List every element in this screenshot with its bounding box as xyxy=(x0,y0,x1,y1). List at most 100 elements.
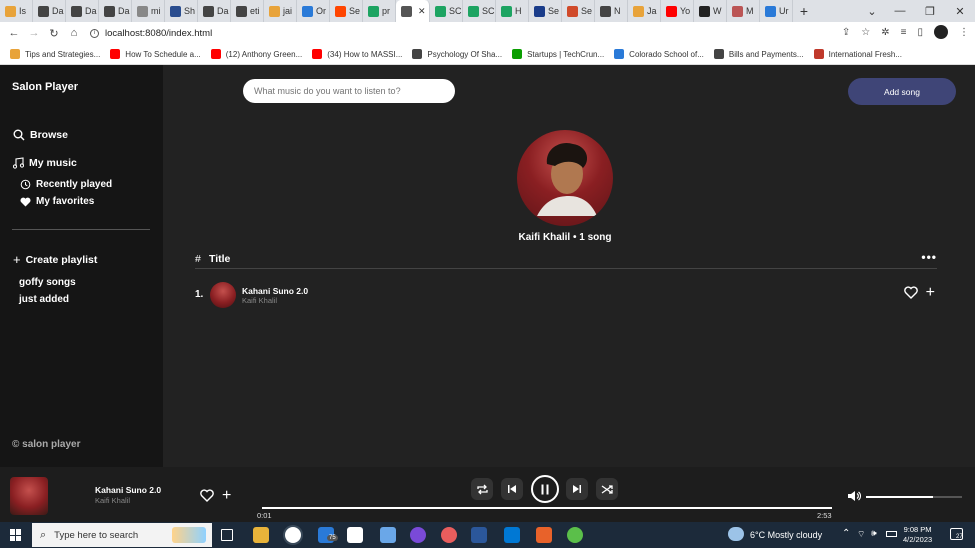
browser-tab[interactable]: M xyxy=(727,0,760,22)
playlist-item-goffy-songs[interactable]: goffy songs xyxy=(19,277,76,288)
taskbar-search[interactable]: ⌕ Type here to search xyxy=(32,523,212,547)
jetbrains-icon[interactable] xyxy=(536,527,552,543)
browser-tab[interactable]: Se xyxy=(529,0,562,22)
bookmark-item[interactable]: Startups | TechCrun... xyxy=(512,49,604,59)
browser-tab[interactable]: Ja xyxy=(628,0,661,22)
pen-app-icon[interactable] xyxy=(380,527,396,543)
nav-recently-played[interactable]: Recently played xyxy=(20,179,112,190)
tray-chevron-icon[interactable]: ⌃ xyxy=(842,528,850,539)
browser-tab[interactable]: ✕ xyxy=(396,0,430,22)
browser-tab[interactable]: jai xyxy=(264,0,297,22)
bookmark-item[interactable]: Psychology Of Sha... xyxy=(412,49,502,59)
browser-tab[interactable]: Da xyxy=(33,0,66,22)
favorite-heart-icon[interactable] xyxy=(200,489,214,502)
profile-avatar[interactable] xyxy=(934,25,948,39)
tab-favicon-icon xyxy=(699,5,710,17)
weather-text[interactable]: 6°C Mostly cloudy xyxy=(750,530,822,540)
browser-tab[interactable]: H xyxy=(496,0,529,22)
browser-tab[interactable]: Da xyxy=(198,0,231,22)
browser-tab[interactable]: W xyxy=(694,0,727,22)
bookmark-item[interactable]: Bills and Payments... xyxy=(713,49,804,59)
browser-tab[interactable]: Ur xyxy=(760,0,793,22)
file-explorer-icon[interactable] xyxy=(253,527,269,543)
close-window-icon[interactable]: ✕ xyxy=(945,0,975,22)
tab-favicon-icon xyxy=(170,5,181,17)
extensions-icon[interactable]: ✲ xyxy=(881,27,889,38)
url-field[interactable]: i localhost:8080/index.html xyxy=(90,25,212,41)
minimize-icon[interactable]: — xyxy=(885,0,915,22)
network-icon[interactable]: ⌔ xyxy=(857,529,865,540)
repeat-button[interactable] xyxy=(471,478,493,500)
browser-tab[interactable]: Se xyxy=(330,0,363,22)
browser-tab[interactable]: Is xyxy=(0,0,33,22)
song-title: Kahani Suno 2.0 xyxy=(242,286,309,296)
create-playlist-button[interactable]: + Create playlist xyxy=(13,252,97,267)
close-tab-icon[interactable]: ✕ xyxy=(418,6,426,17)
media-app-icon[interactable] xyxy=(410,527,426,543)
next-button[interactable] xyxy=(566,478,588,500)
bookmark-star-icon[interactable]: ☆ xyxy=(861,27,870,38)
tab-search-icon[interactable]: ⌄ xyxy=(857,0,887,22)
restore-icon[interactable]: ❐ xyxy=(915,0,945,22)
vscode-icon[interactable] xyxy=(504,527,520,543)
home-icon[interactable]: ⌂ xyxy=(64,27,84,39)
nav-my-music[interactable]: My music xyxy=(13,157,77,169)
volume-icon[interactable] xyxy=(847,490,861,502)
bookmark-item[interactable]: International Fresh... xyxy=(813,49,902,59)
add-to-playlist-icon[interactable]: + xyxy=(222,487,231,503)
task-view-icon[interactable] xyxy=(221,529,233,541)
browser-tab[interactable]: SC xyxy=(430,0,463,22)
previous-button[interactable] xyxy=(501,478,523,500)
add-to-playlist-icon[interactable]: + xyxy=(926,284,935,300)
shuffle-button[interactable] xyxy=(596,478,618,500)
browser-tab[interactable]: Sh xyxy=(165,0,198,22)
browser-tab[interactable]: eti xyxy=(231,0,264,22)
browser-tab[interactable]: Da xyxy=(99,0,132,22)
browser-tab[interactable]: pr xyxy=(363,0,396,22)
browser-tab[interactable]: Se xyxy=(562,0,595,22)
progress-bar[interactable] xyxy=(262,507,832,509)
new-tab-icon[interactable]: + xyxy=(793,3,815,19)
bookmark-favicon-icon xyxy=(614,49,625,59)
site-info-icon[interactable]: i xyxy=(90,28,99,38)
bookmark-item[interactable]: Tips and Strategies... xyxy=(10,49,100,59)
table-row[interactable]: 1. Kahani Suno 2.0 Kaifi Khalil + xyxy=(195,282,937,308)
battery-icon[interactable] xyxy=(886,531,897,537)
reload-icon[interactable]: ↻ xyxy=(44,27,64,40)
side-panel-icon[interactable]: ▯ xyxy=(917,27,923,38)
bookmark-item[interactable]: (12) Anthony Green... xyxy=(210,49,302,59)
chrome-menu-icon[interactable]: ⋮ xyxy=(959,27,969,38)
back-icon[interactable]: ← xyxy=(4,27,24,39)
browser-tab[interactable]: Or xyxy=(297,0,330,22)
chrome-taskbar-icon[interactable] xyxy=(285,527,301,543)
media-control-icon[interactable]: ≡ xyxy=(901,27,907,38)
browser-tab[interactable]: N xyxy=(595,0,628,22)
browser-tab[interactable]: Da xyxy=(66,0,99,22)
windows-start-icon[interactable] xyxy=(10,529,22,541)
chrome-profile-icon[interactable] xyxy=(441,527,457,543)
word-icon[interactable] xyxy=(471,527,487,543)
speaker-icon[interactable]: 🕪 xyxy=(871,528,877,539)
store-icon[interactable] xyxy=(347,527,363,543)
share-icon[interactable]: ⇪ xyxy=(842,27,850,38)
search-input[interactable] xyxy=(243,79,455,103)
browser-tab[interactable]: mi xyxy=(132,0,165,22)
more-options-icon[interactable]: ••• xyxy=(921,250,937,264)
browser-tab[interactable]: SC xyxy=(463,0,496,22)
url-text: localhost:8080/index.html xyxy=(105,27,213,39)
node-icon[interactable] xyxy=(567,527,583,543)
forward-icon[interactable]: → xyxy=(24,27,44,39)
pause-button[interactable] xyxy=(531,475,559,503)
bookmark-item[interactable]: Colorado School of... xyxy=(614,49,704,59)
nav-my-favorites[interactable]: My favorites xyxy=(20,196,94,207)
bookmark-item[interactable]: How To Schedule a... xyxy=(110,49,201,59)
favorite-heart-icon[interactable] xyxy=(903,286,918,299)
volume-slider[interactable] xyxy=(866,496,962,498)
playlist-item-just-added[interactable]: just added xyxy=(19,294,69,305)
browser-tab[interactable]: Yo xyxy=(661,0,694,22)
add-song-button[interactable]: Add song xyxy=(848,78,956,105)
taskbar-clock[interactable]: 9:08 PM 4/2/2023 xyxy=(903,525,932,545)
artist-portrait xyxy=(537,142,597,216)
bookmark-item[interactable]: (34) How to MASSI... xyxy=(312,49,402,59)
nav-browse[interactable]: Browse xyxy=(13,129,68,141)
